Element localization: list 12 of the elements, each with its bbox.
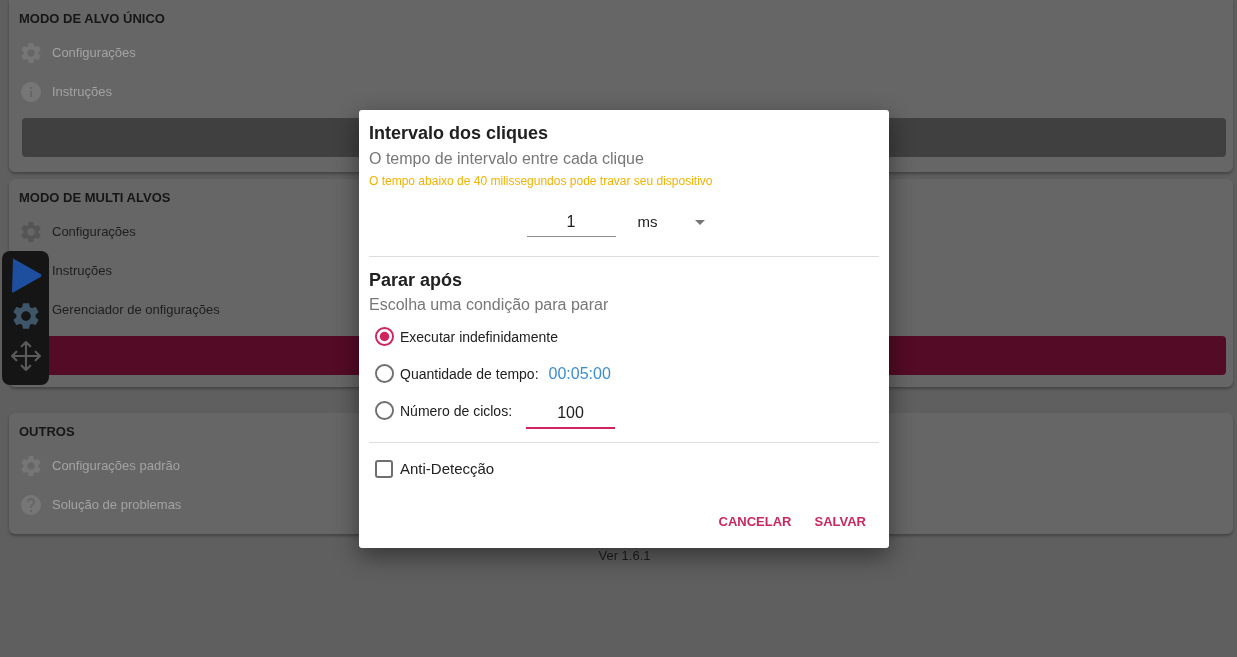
dialog-title: Parar após: [369, 269, 463, 291]
dialog-subtitle: Escolha uma condição para parar: [369, 295, 609, 315]
dialog-title: Intervalo dos cliques: [369, 122, 549, 144]
option-label: Número de ciclos:: [400, 401, 513, 420]
option-label: Executar indefinidamente: [400, 327, 558, 346]
warning-text: O tempo abaixo de 40 milissegundos pode travar seu dispositivo: [369, 173, 713, 189]
section-title: MODO DE MULTI ALVOS: [19, 189, 171, 207]
option-label: Quantidade de tempo:: [400, 364, 539, 383]
section-title: OUTROS: [19, 423, 75, 441]
checkbox-label: Anti-Detecção: [400, 459, 495, 479]
section-title: MODO DE ALVO ÚNICO: [19, 10, 165, 28]
dialog-subtitle: O tempo de intervalo entre cada clique: [369, 149, 644, 169]
